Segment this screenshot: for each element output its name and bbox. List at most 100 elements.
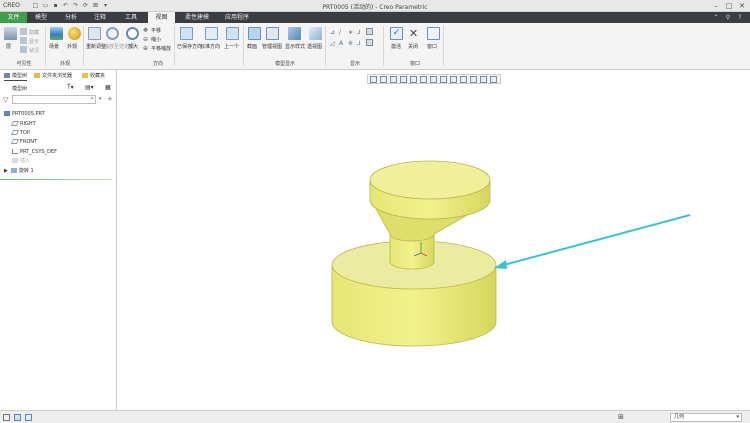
- maximize-icon[interactable]: □: [723, 1, 735, 11]
- perspective-icon[interactable]: [420, 76, 427, 83]
- datum-display-icon[interactable]: [470, 76, 477, 83]
- tree-item-top[interactable]: TOP: [10, 129, 30, 138]
- point-display-icon[interactable]: ∗: [348, 29, 355, 36]
- csys-tag-icon[interactable]: ⅃: [357, 40, 364, 47]
- tab-tools[interactable]: 工具: [119, 12, 143, 23]
- repaint-icon[interactable]: [400, 76, 407, 83]
- zoom-out-icon[interactable]: [390, 76, 397, 83]
- saved-orientations-icon[interactable]: [440, 76, 447, 83]
- spin-center-icon[interactable]: [410, 76, 417, 83]
- tree-search-input[interactable]: [12, 95, 96, 104]
- selection-filter-select[interactable]: 几何 ▾: [670, 413, 742, 422]
- annotation-display-icon[interactable]: [366, 28, 373, 35]
- zoom-in-icon[interactable]: [126, 27, 139, 40]
- ribbon-collapse-icon[interactable]: ⌃: [712, 14, 720, 21]
- tab-view[interactable]: 视图: [148, 12, 175, 23]
- axis-tag-icon[interactable]: A: [339, 40, 346, 47]
- section-icon[interactable]: [248, 27, 261, 40]
- toggle-browser-icon[interactable]: [25, 414, 32, 421]
- annotation-display-icon[interactable]: [480, 76, 487, 83]
- tree-item-right[interactable]: RIGHT: [10, 120, 36, 129]
- tab-flexible-modeling[interactable]: 柔性建模: [180, 12, 214, 23]
- spin-icon[interactable]: [490, 76, 497, 83]
- scene-label[interactable]: 场景: [49, 43, 59, 50]
- tab-analysis[interactable]: 分析: [59, 12, 83, 23]
- perspective-label[interactable]: 透视图: [307, 43, 322, 50]
- status-label[interactable]: 状况: [29, 47, 39, 54]
- filter-icon[interactable]: ▽: [3, 96, 8, 104]
- axis-display-icon[interactable]: /: [339, 29, 346, 36]
- section-icon[interactable]: [460, 76, 467, 83]
- selection-filter-icon[interactable]: ⊞: [618, 413, 625, 421]
- tab-favorites[interactable]: 收藏夹: [82, 72, 105, 81]
- zoom-in-label[interactable]: 放大: [128, 43, 138, 50]
- hide-label[interactable]: 隐藏: [29, 29, 39, 36]
- clear-search-icon[interactable]: ✕: [90, 96, 94, 102]
- zoom-to-selected-icon[interactable]: [106, 27, 119, 40]
- show-label[interactable]: 显示: [29, 38, 39, 45]
- show-icon[interactable]: [20, 37, 27, 44]
- display-style-icon[interactable]: [288, 27, 301, 40]
- zoom-out-label[interactable]: 缩小: [151, 36, 161, 43]
- close-window-icon[interactable]: ✕: [407, 27, 420, 40]
- tab-applications[interactable]: 应用程序: [220, 12, 254, 23]
- columns-icon[interactable]: ▦: [105, 84, 111, 91]
- manage-views-icon[interactable]: [266, 27, 279, 40]
- csys-display-icon[interactable]: ⅃: [357, 29, 364, 36]
- help-icon[interactable]: ?: [736, 14, 744, 21]
- pan-zoom-label[interactable]: 平移缩放: [151, 45, 171, 52]
- tab-folder-browser[interactable]: 文件夹浏览器: [34, 72, 72, 81]
- toggle-navigator-icon[interactable]: [3, 414, 10, 421]
- window-label[interactable]: 窗口: [427, 43, 437, 50]
- plane-display-icon[interactable]: ⊿: [330, 29, 337, 36]
- show-menu-icon[interactable]: Ť▾: [67, 84, 74, 91]
- minimize-icon[interactable]: –: [710, 1, 722, 11]
- refit-icon[interactable]: [370, 76, 377, 83]
- tab-model[interactable]: 模型: [29, 12, 53, 23]
- activate-label[interactable]: 激活: [391, 43, 401, 50]
- zoom-out-icon[interactable]: ⊖: [143, 36, 150, 43]
- point-tag-icon[interactable]: ※: [348, 40, 355, 47]
- tree-item-revolve[interactable]: ▶ 旋转 1: [4, 167, 34, 176]
- saved-orientations-label[interactable]: 已保存方向: [177, 43, 202, 50]
- pan-zoom-icon[interactable]: ⊕: [143, 45, 150, 52]
- standard-orientation-icon[interactable]: [205, 27, 218, 40]
- status-icon[interactable]: [20, 46, 27, 53]
- layer-icon[interactable]: [4, 27, 17, 40]
- perspective-icon[interactable]: [309, 27, 322, 40]
- tree-item-part[interactable]: PRT0005.PRT: [4, 110, 45, 119]
- tab-annotate[interactable]: 注释: [88, 12, 112, 23]
- refit-label[interactable]: 重新调整: [86, 43, 106, 50]
- tree-options-icon[interactable]: ▾: [99, 96, 102, 102]
- display-style-label[interactable]: 显示样式: [285, 43, 305, 50]
- add-icon[interactable]: +: [107, 95, 113, 103]
- expand-arrow-icon[interactable]: ▶: [4, 168, 8, 174]
- tree-item-csys[interactable]: PRT_CSYS_DEF: [12, 148, 57, 157]
- plane-tag-icon[interactable]: ◿: [330, 40, 337, 47]
- activate-icon[interactable]: ✓: [390, 27, 403, 40]
- close-icon[interactable]: ✕: [736, 1, 748, 11]
- spin-center-icon[interactable]: [366, 39, 373, 46]
- previous-view-icon[interactable]: [226, 27, 239, 40]
- tab-file[interactable]: 文件: [0, 12, 27, 23]
- window-icon[interactable]: [427, 27, 440, 40]
- tree-item-insert[interactable]: 插入: [12, 157, 30, 166]
- scene-icon[interactable]: [50, 27, 63, 40]
- zoom-in-icon[interactable]: [380, 76, 387, 83]
- refit-icon[interactable]: [88, 27, 101, 40]
- settings-menu-icon[interactable]: ▤▾: [85, 84, 94, 91]
- pan-label[interactable]: 平移: [151, 27, 161, 34]
- saved-orientations-icon[interactable]: [180, 27, 193, 40]
- appearance-icon[interactable]: [68, 27, 81, 40]
- display-style-icon[interactable]: [430, 76, 437, 83]
- standard-orientation-label[interactable]: 标准方向: [200, 43, 220, 50]
- view-manager-icon[interactable]: [450, 76, 457, 83]
- layer-label[interactable]: 层: [6, 43, 11, 50]
- tree-item-front[interactable]: FRONT: [10, 138, 37, 147]
- tab-model-tree[interactable]: 模型树: [4, 72, 28, 81]
- section-label[interactable]: 截面: [247, 43, 257, 50]
- close-label[interactable]: 关闭: [408, 43, 418, 50]
- hide-icon[interactable]: [20, 28, 27, 35]
- appearance-label[interactable]: 外观: [67, 43, 77, 50]
- graphics-window[interactable]: [118, 70, 750, 410]
